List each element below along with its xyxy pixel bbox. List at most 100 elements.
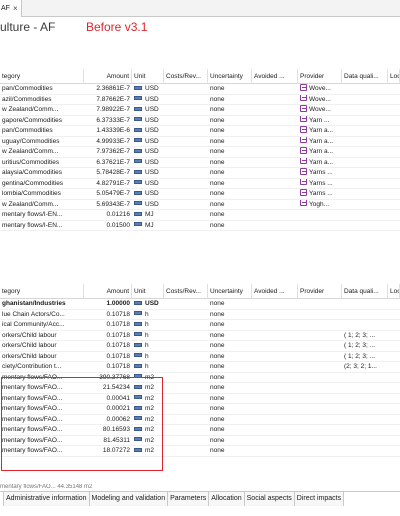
amount-cell[interactable]: 5.78428E-7 — [84, 168, 132, 178]
column-header[interactable]: Loc — [388, 69, 400, 84]
provider-cell[interactable]: Yarn a... — [298, 126, 342, 136]
table-row[interactable]: gapore/Commodities 6.37333E-7 USD none Yarn … — [0, 115, 400, 126]
unit-cell[interactable]: USD — [132, 158, 164, 168]
provider-cell[interactable]: Yarns ... — [298, 168, 342, 178]
unit-cell[interactable]: h — [132, 352, 164, 362]
table-row[interactable]: ical Community/Acc... 0.10718 h none — [0, 320, 400, 331]
table-row[interactable]: w Zealand/Comm... 5.69343E-7 USD none Yogh..… — [0, 199, 400, 210]
uncertainty-cell[interactable]: none — [208, 137, 252, 147]
column-header[interactable]: Provider — [298, 69, 342, 84]
amount-cell[interactable]: 0.10718 — [84, 310, 132, 320]
provider-cell[interactable]: Yarns ... — [298, 178, 342, 189]
data-quality-cell[interactable]: (2; 3; 2; 1... — [342, 362, 388, 372]
uncertainty-cell[interactable]: none — [208, 299, 252, 309]
tab-modeling-and-validation[interactable]: Modeling and validation — [89, 492, 169, 506]
unit-cell[interactable]: USD — [132, 105, 164, 115]
unit-cell[interactable]: h — [132, 331, 164, 341]
uncertainty-cell[interactable]: none — [208, 168, 252, 178]
uncertainty-cell[interactable]: none — [208, 116, 252, 126]
table-row[interactable]: mentary flows/FAO... 0.00021 m2 none — [0, 404, 400, 415]
uncertainty-cell[interactable]: none — [208, 394, 252, 404]
uncertainty-cell[interactable]: none — [208, 210, 252, 220]
amount-cell[interactable]: 21.54234 — [84, 383, 132, 393]
amount-cell[interactable]: 0.00021 — [84, 404, 132, 414]
amount-cell[interactable]: 80.16593 — [84, 425, 132, 435]
column-header[interactable]: Provider — [298, 284, 342, 299]
unit-cell[interactable]: USD — [132, 95, 164, 105]
table-row[interactable]: orkers/Child labour 0.10718 h none ( 1; 2; 3… — [0, 331, 400, 341]
uncertainty-cell[interactable]: none — [208, 320, 252, 330]
uncertainty-cell[interactable]: none — [208, 446, 252, 456]
table-row[interactable]: pan/Commodities 1.43339E-6 USD none Yarn a..… — [0, 126, 400, 137]
amount-cell[interactable]: 5.69343E-7 — [84, 200, 132, 210]
table-row[interactable]: w Zealand/Comm... 7.97362E-7 USD none Yarn a… — [0, 147, 400, 158]
table-row[interactable]: mentary flows/I-EN... 0.01216 MJ none — [0, 210, 400, 221]
uncertainty-cell[interactable]: none — [208, 352, 252, 362]
unit-cell[interactable]: m2 — [132, 436, 164, 446]
unit-cell[interactable]: m2 — [132, 415, 164, 425]
provider-cell[interactable]: Yarn ... — [298, 115, 342, 126]
amount-cell[interactable]: 5.05479E-7 — [84, 189, 132, 199]
column-header[interactable]: Uncertainty — [208, 284, 252, 299]
amount-cell[interactable]: 81.45311 — [84, 436, 132, 446]
column-header[interactable]: Costs/Rev... — [164, 69, 208, 84]
table-row[interactable]: orkers/Child labour 0.10718 h none ( 1; 2; 3… — [0, 352, 400, 362]
editor-tab-af[interactable]: AF × — [0, 0, 22, 17]
unit-cell[interactable]: USD — [132, 126, 164, 136]
unit-cell[interactable]: USD — [132, 116, 164, 126]
column-header[interactable]: Uncertainty — [208, 69, 252, 84]
amount-cell[interactable]: 0.10718 — [84, 362, 132, 372]
uncertainty-cell[interactable]: none — [208, 189, 252, 199]
table-row[interactable]: gentina/Commodities 4.82791E-7 USD none Yarn… — [0, 178, 400, 189]
table-row[interactable]: lombia/Commodities 5.05479E-7 USD none Yarns… — [0, 189, 400, 200]
amount-cell[interactable]: 2.36861E-7 — [84, 84, 132, 94]
uncertainty-cell[interactable]: none — [208, 436, 252, 446]
provider-cell[interactable]: Wove... — [298, 84, 342, 94]
table-row[interactable]: mentary flows/FAO... 0.00062 m2 none — [0, 415, 400, 425]
unit-cell[interactable]: USD — [132, 200, 164, 210]
column-header[interactable]: Unit — [132, 284, 164, 299]
amount-cell[interactable]: 0.10718 — [84, 320, 132, 330]
uncertainty-cell[interactable]: none — [208, 341, 252, 351]
data-quality-cell[interactable]: ( 1; 2; 3; ... — [342, 352, 388, 362]
uncertainty-cell[interactable]: none — [208, 383, 252, 393]
unit-cell[interactable]: m2 — [132, 446, 164, 456]
data-quality-cell[interactable]: ( 1; 2; 3; ... — [342, 331, 388, 341]
tab-administrative-information[interactable]: Administrative information — [4, 492, 90, 506]
amount-cell[interactable]: 0.10718 — [84, 341, 132, 351]
amount-cell[interactable]: 1.43339E-6 — [84, 126, 132, 136]
provider-cell[interactable]: Yarn a... — [298, 147, 342, 157]
unit-cell[interactable]: m2 — [132, 404, 164, 414]
amount-cell[interactable]: 0.00041 — [84, 394, 132, 404]
provider-cell[interactable]: Wove... — [298, 105, 342, 115]
table-row[interactable]: lue Chain Actors/Co... 0.10718 h none — [0, 310, 400, 320]
tab-social-aspects[interactable]: Social aspects — [244, 492, 295, 506]
table-row[interactable]: mentary flows/FAO... 80.16593 m2 none — [0, 425, 400, 436]
table-row[interactable]: alaysia/Commodities 5.78428E-7 USD none Yarn… — [0, 168, 400, 179]
unit-cell[interactable]: m2 — [132, 394, 164, 404]
uncertainty-cell[interactable]: none — [208, 105, 252, 115]
unit-cell[interactable]: MJ — [132, 221, 164, 231]
provider-cell[interactable]: Yarns ... — [298, 189, 342, 199]
column-header[interactable]: Avoided ... — [252, 69, 298, 84]
uncertainty-cell[interactable]: none — [208, 373, 252, 383]
table-row[interactable]: uguay/Commodities 4.99933E-7 USD none Yarn a… — [0, 136, 400, 147]
unit-cell[interactable]: h — [132, 320, 164, 330]
column-header[interactable]: Loc — [388, 284, 400, 299]
unit-cell[interactable]: USD — [132, 299, 164, 309]
uncertainty-cell[interactable]: none — [208, 200, 252, 210]
unit-cell[interactable]: USD — [132, 147, 164, 157]
column-header[interactable]: Costs/Rev... — [164, 284, 208, 299]
uncertainty-cell[interactable]: none — [208, 158, 252, 168]
unit-cell[interactable]: USD — [132, 137, 164, 147]
uncertainty-cell[interactable]: none — [208, 425, 252, 435]
amount-cell[interactable]: 6.37621E-7 — [84, 158, 132, 168]
column-header[interactable]: Data quali... — [342, 69, 388, 84]
uncertainty-cell[interactable]: none — [208, 415, 252, 425]
table-row[interactable]: mentary flows/I-EN... 0.01500 MJ none — [0, 221, 400, 231]
provider-cell[interactable]: Yogh... — [298, 199, 342, 210]
amount-cell[interactable]: 7.98922E-7 — [84, 105, 132, 115]
table-row[interactable]: mentary flows/FAO... 18.07272 m2 none — [0, 446, 400, 457]
amount-cell[interactable]: 0.01216 — [84, 210, 132, 220]
table-row[interactable]: azil/Commodities 7.87662E-7 USD none Wove... — [0, 94, 400, 105]
